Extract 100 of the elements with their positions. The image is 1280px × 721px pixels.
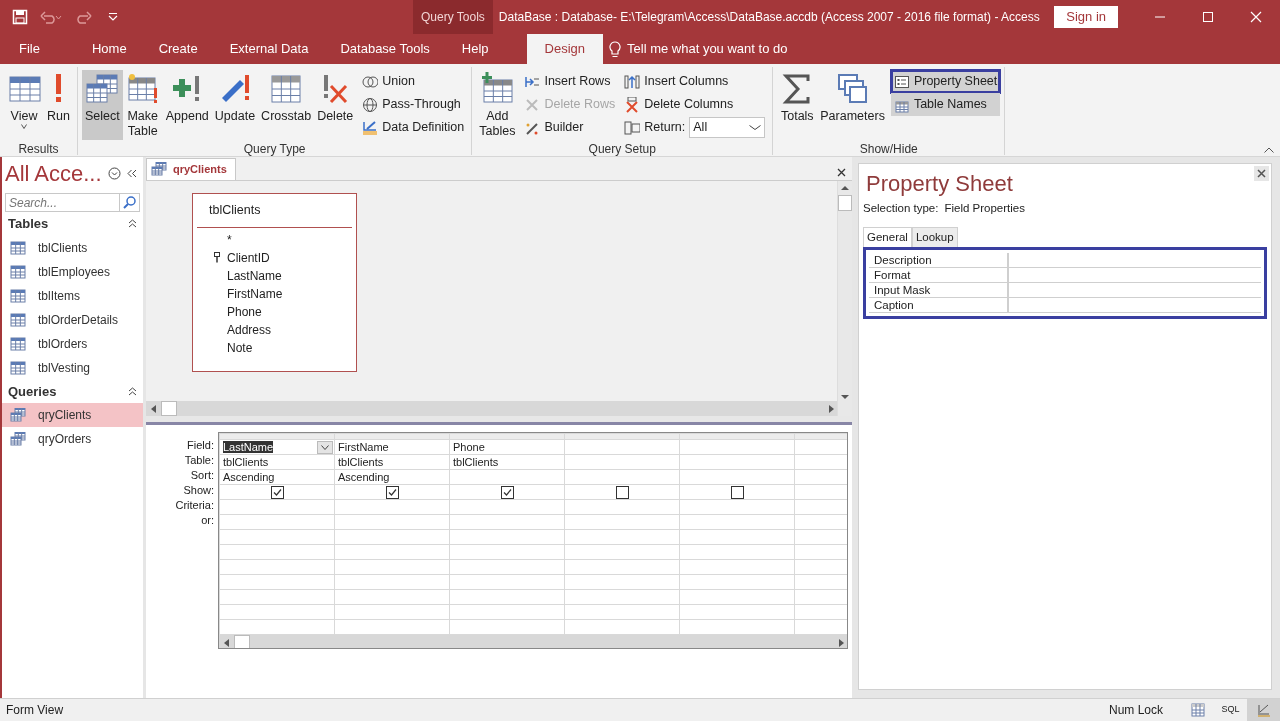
group-header[interactable]: Tables bbox=[2, 212, 143, 236]
close-icon[interactable] bbox=[1257, 169, 1266, 178]
nav-item[interactable]: tblOrders bbox=[2, 331, 143, 356]
ribbon-button[interactable]: Update bbox=[211, 70, 259, 140]
checkbox[interactable] bbox=[615, 485, 629, 499]
row-label: Sort: bbox=[189, 468, 214, 483]
grid-cell[interactable]: LastName bbox=[223, 440, 274, 453]
nav-item[interactable]: qryClients bbox=[2, 403, 143, 427]
property-name: Description bbox=[869, 253, 1009, 268]
ribbon-tab[interactable]: External Data bbox=[213, 34, 325, 64]
sql-view-button[interactable]: SQL bbox=[1214, 699, 1247, 721]
datasheet-view-icon bbox=[1190, 702, 1205, 718]
query-icon bbox=[10, 408, 26, 422]
nav-item[interactable]: tblClients bbox=[2, 235, 143, 260]
ribbon-button[interactable]: Append bbox=[162, 70, 212, 140]
globe-icon bbox=[362, 96, 379, 113]
panel-tab[interactable]: General bbox=[863, 227, 912, 248]
chevron-icon bbox=[321, 445, 329, 450]
table-icon bbox=[10, 288, 26, 303]
nav-item[interactable]: tblItems bbox=[2, 283, 143, 308]
ribbon-button[interactable]: Insert Rows bbox=[521, 70, 619, 93]
ribbon-button[interactable]: Property Sheet bbox=[890, 70, 1001, 93]
close-icon[interactable] bbox=[837, 168, 846, 177]
ribbon-tab[interactable]: Create bbox=[142, 34, 214, 64]
nav-item[interactable]: qryOrders bbox=[2, 427, 143, 451]
delete-columns-icon bbox=[624, 96, 641, 113]
search-icon bbox=[123, 196, 136, 209]
scrollbar[interactable] bbox=[146, 401, 837, 416]
ribbon-tab[interactable]: Database Tools bbox=[324, 34, 446, 64]
ribbon-button[interactable]: Delete Columns bbox=[621, 93, 769, 116]
ribbon-button[interactable]: Union bbox=[359, 70, 468, 93]
status-indicator: Num Lock bbox=[1108, 702, 1163, 719]
table-icon bbox=[10, 360, 26, 375]
ruler-icon bbox=[362, 119, 379, 136]
ribbon-button[interactable]: Make Table bbox=[122, 70, 163, 140]
query-icon bbox=[10, 432, 26, 446]
ribbon-button[interactable]: Table Names bbox=[890, 93, 1001, 116]
ribbon-tab[interactable]: File bbox=[3, 34, 56, 64]
ribbon-button[interactable]: Add Tables bbox=[476, 70, 519, 140]
table-icon bbox=[10, 240, 26, 255]
nav-item[interactable]: tblVesting bbox=[2, 355, 143, 380]
ribbon-tab[interactable]: Help bbox=[445, 34, 505, 64]
save-icon[interactable] bbox=[12, 9, 28, 25]
checkbox[interactable] bbox=[385, 485, 399, 499]
checkbox[interactable] bbox=[730, 485, 744, 499]
search-button[interactable] bbox=[120, 193, 140, 212]
table-icon bbox=[269, 72, 304, 106]
field-name[interactable]: LastName bbox=[227, 266, 282, 285]
nav-item[interactable]: tblEmployees bbox=[2, 259, 143, 284]
ribbon-button[interactable]: Run bbox=[44, 70, 73, 140]
document-tab[interactable]: qryClients bbox=[146, 157, 236, 180]
checkbox[interactable] bbox=[270, 485, 284, 499]
field-name[interactable]: Address bbox=[227, 320, 272, 339]
collapse-icon[interactable] bbox=[126, 169, 137, 178]
panel-tab[interactable]: Lookup bbox=[911, 227, 958, 248]
ribbon-button[interactable]: Data Definition bbox=[359, 116, 468, 139]
ribbon-button[interactable]: View bbox=[4, 70, 44, 140]
status-text: Form View bbox=[5, 702, 64, 719]
ribbon-tab[interactable]: Home bbox=[75, 34, 143, 64]
panel-title: Property Sheet bbox=[866, 171, 1013, 196]
table-icon bbox=[125, 72, 160, 106]
ribbon-button[interactable]: Delete bbox=[314, 70, 357, 140]
scroll-thumb[interactable] bbox=[234, 635, 250, 648]
ribbon-tab[interactable]: Design bbox=[526, 34, 604, 64]
scroll-thumb[interactable] bbox=[161, 401, 177, 416]
field-name[interactable]: Phone bbox=[227, 302, 262, 321]
field-name[interactable]: ClientID bbox=[227, 248, 270, 267]
customize-icon[interactable] bbox=[108, 12, 118, 22]
checkbox[interactable] bbox=[500, 485, 514, 499]
group-header[interactable]: Queries bbox=[2, 379, 143, 403]
ribbon-button[interactable]: Select bbox=[81, 70, 123, 140]
ribbon-button[interactable]: Insert Columns bbox=[621, 70, 769, 93]
tell-me-search[interactable]: Tell me what you want to do bbox=[627, 39, 788, 59]
scroll-left-icon bbox=[151, 404, 156, 413]
row-label: Criteria: bbox=[174, 498, 214, 513]
scroll-right-icon bbox=[839, 638, 844, 647]
selection-type: Field Properties bbox=[944, 201, 1025, 216]
field-name[interactable]: * bbox=[227, 230, 232, 249]
maximize-icon[interactable] bbox=[1202, 11, 1214, 23]
nav-item[interactable]: tblOrderDetails bbox=[2, 307, 143, 332]
dropdown-icon[interactable] bbox=[107, 167, 121, 180]
ribbon-button[interactable]: Totals bbox=[777, 70, 818, 140]
field-name[interactable]: Note bbox=[227, 338, 253, 357]
dropdown[interactable]: All bbox=[689, 117, 766, 138]
splitter-handle[interactable] bbox=[146, 416, 852, 425]
scroll-thumb[interactable] bbox=[838, 195, 852, 211]
ribbon-button[interactable]: Parameters bbox=[817, 70, 888, 140]
ribbon-button[interactable]: Pass-Through bbox=[359, 93, 468, 116]
collapse-ribbon-icon[interactable] bbox=[1264, 147, 1274, 153]
ribbon-button[interactable]: Crosstab bbox=[258, 70, 315, 140]
dropdown-button[interactable] bbox=[317, 441, 333, 454]
context-tab-label: Query Tools bbox=[413, 0, 493, 34]
sign-in-button[interactable]: Sign in bbox=[1054, 6, 1118, 28]
list-icon bbox=[893, 73, 910, 90]
undo-icon[interactable] bbox=[40, 10, 62, 24]
scrollbar[interactable] bbox=[219, 635, 847, 648]
ribbon-button[interactable]: Builder bbox=[521, 116, 619, 139]
search-field[interactable]: Search... bbox=[5, 193, 120, 212]
circles-icon bbox=[362, 73, 379, 90]
field-name[interactable]: FirstName bbox=[227, 284, 283, 303]
